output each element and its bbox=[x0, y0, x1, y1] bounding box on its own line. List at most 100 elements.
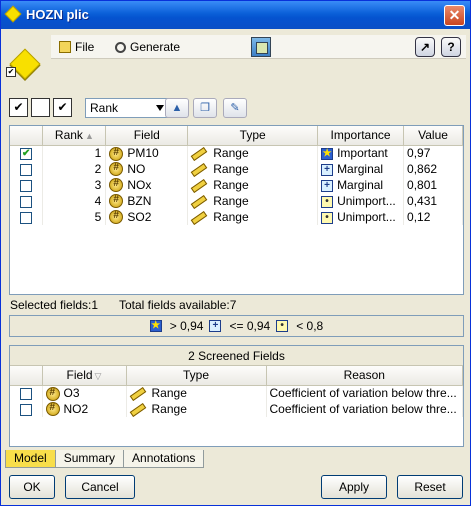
uncheck-all-button[interactable] bbox=[31, 98, 50, 117]
screened-row[interactable]: NO2 Range Coefficient of variation below t… bbox=[10, 401, 463, 417]
window-title: HOZN plic bbox=[26, 7, 89, 22]
table-row[interactable]: 4BZNRange•Unimport...0,431 bbox=[10, 193, 463, 209]
table-row[interactable]: ✔1PM10Range★Important0,97 bbox=[10, 145, 463, 161]
range-type-icon bbox=[190, 162, 208, 177]
legend-marginal: <= 0,94 bbox=[229, 319, 271, 333]
screened-fields-panel: 2 Screened Fields Field▽ Type Reason O3 R… bbox=[9, 345, 464, 447]
toggle-checks-button[interactable]: ✔ bbox=[53, 98, 72, 117]
help-button[interactable]: ? bbox=[441, 37, 461, 57]
screened-field-cell: O3 bbox=[42, 385, 127, 401]
numeric-field-icon bbox=[45, 386, 60, 401]
importance-legend: ★ > 0,94 + <= 0,94 • < 0,8 bbox=[9, 315, 464, 337]
value-cell: 0,97 bbox=[403, 145, 463, 161]
col-value[interactable]: Value bbox=[403, 126, 463, 146]
nugget-check-icon: ✔ bbox=[6, 67, 16, 77]
chart-view-icon[interactable] bbox=[251, 37, 271, 57]
row-checkbox[interactable]: ✔ bbox=[20, 148, 33, 161]
screened-header-row: Field ▽ Type Reason bbox=[10, 366, 463, 386]
importance-label: Unimport... bbox=[337, 210, 396, 224]
range-type-icon bbox=[190, 178, 208, 193]
screened-checkbox[interactable] bbox=[19, 403, 32, 416]
star-importance-icon: ★ bbox=[321, 148, 334, 161]
row-checkbox[interactable] bbox=[20, 211, 33, 224]
col-check bbox=[10, 126, 44, 146]
row-checkbox[interactable] bbox=[20, 163, 33, 176]
close-button[interactable]: ✕ bbox=[444, 5, 465, 26]
range-type-icon bbox=[129, 402, 146, 417]
title-bar[interactable]: HOZN plic ✕ bbox=[1, 1, 470, 29]
type-name: Range bbox=[213, 146, 249, 161]
importance-label: Important bbox=[337, 146, 388, 161]
tab-annotations[interactable]: Annotations bbox=[123, 450, 205, 468]
clear-button[interactable]: ✎ bbox=[223, 98, 247, 118]
file-menu[interactable]: File bbox=[59, 38, 94, 56]
screened-type-cell: Range bbox=[126, 385, 267, 401]
type-name: Range bbox=[213, 194, 249, 208]
importance-label: Unimport... bbox=[337, 194, 396, 208]
type-cell: Range bbox=[187, 177, 319, 193]
rank-cell: 2 bbox=[42, 161, 107, 177]
reset-button[interactable]: Reset bbox=[397, 475, 463, 499]
rank-cell: 4 bbox=[42, 193, 107, 209]
table-row[interactable]: 5SO2Range•Unimport...0,12 bbox=[10, 209, 463, 225]
generate-icon bbox=[115, 41, 126, 53]
numeric-field-icon bbox=[109, 178, 124, 193]
screened-fields-table: Field▽ Type Reason O3 Range Coefficient of… bbox=[10, 366, 463, 417]
importance-label: Marginal bbox=[337, 178, 384, 192]
plus-importance-icon: + bbox=[321, 179, 334, 192]
col-importance[interactable]: Importance bbox=[317, 126, 405, 146]
dialog-window: HOZN plic ✕ ✔ File Generate ↗ ? ✔ ✔ Rank… bbox=[0, 0, 471, 506]
table-row[interactable]: 3NOxRange+Marginal0,801 bbox=[10, 177, 463, 193]
screened-check-cell bbox=[10, 401, 43, 417]
screened-col-type[interactable]: Type bbox=[126, 366, 267, 386]
copy-button[interactable]: ❐ bbox=[193, 98, 217, 118]
type-cell: Range bbox=[187, 145, 319, 161]
file-menu-label: File bbox=[75, 40, 95, 54]
screened-checkbox[interactable] bbox=[19, 388, 32, 401]
field-name: PM10 bbox=[127, 145, 159, 160]
field-name: BZN bbox=[127, 193, 152, 208]
screened-col-reason[interactable]: Reason bbox=[266, 366, 463, 386]
forward-button[interactable]: ↗ bbox=[415, 37, 435, 57]
field-cell: BZN bbox=[105, 193, 189, 209]
tab-model[interactable]: Model bbox=[5, 450, 56, 468]
legend-important: > 0,94 bbox=[169, 319, 204, 333]
screened-field-name: NO2 bbox=[63, 401, 89, 416]
screened-row[interactable]: O3 Range Coefficient of variation below th… bbox=[10, 385, 463, 401]
importance-cell: + Marginal bbox=[317, 161, 405, 177]
type-cell: Range bbox=[187, 193, 319, 209]
type-cell: Range bbox=[187, 209, 319, 225]
screened-col-check bbox=[10, 366, 43, 386]
importance-cell: + Marginal bbox=[317, 177, 405, 193]
cancel-button[interactable]: Cancel bbox=[65, 475, 135, 499]
range-type-icon bbox=[190, 194, 208, 209]
col-field[interactable]: Field bbox=[105, 126, 189, 146]
generate-menu[interactable]: Generate bbox=[115, 38, 180, 56]
range-type-icon bbox=[190, 210, 208, 225]
screened-col-field[interactable]: Field ▽ bbox=[42, 366, 127, 386]
col-rank[interactable]: Rank ▲ bbox=[42, 126, 107, 146]
row-checkbox[interactable] bbox=[20, 179, 33, 192]
type-name: Range bbox=[213, 178, 249, 192]
rank-cell: 1 bbox=[42, 145, 107, 161]
check-all-button[interactable]: ✔ bbox=[9, 98, 28, 117]
sort-by-value: Rank bbox=[90, 101, 119, 115]
apply-button[interactable]: Apply bbox=[321, 475, 387, 499]
col-type[interactable]: Type bbox=[187, 126, 319, 146]
table-row[interactable]: 2NORange+Marginal0,862 bbox=[10, 161, 463, 177]
sort-ascending-button[interactable]: ▲ bbox=[165, 98, 189, 118]
row-checkbox[interactable] bbox=[20, 195, 33, 208]
sort-up-icon: ▲ bbox=[84, 131, 94, 142]
menu-bar: File Generate ↗ ? bbox=[51, 35, 466, 59]
field-cell: SO2 bbox=[105, 209, 189, 225]
importance-cell: ★ Important bbox=[317, 145, 405, 161]
sort-by-select[interactable]: Rank bbox=[85, 98, 169, 118]
screened-type-cell: Range bbox=[126, 401, 267, 417]
generate-menu-label: Generate bbox=[130, 40, 181, 54]
ok-button[interactable]: OK bbox=[9, 475, 55, 499]
screened-reason-cell: Coefficient of variation below thre... bbox=[266, 401, 463, 417]
field-cell: NO bbox=[105, 161, 189, 177]
marginal-icon: + bbox=[209, 320, 222, 332]
tab-summary[interactable]: Summary bbox=[54, 450, 125, 468]
importance-cell: • Unimport... bbox=[317, 193, 405, 209]
